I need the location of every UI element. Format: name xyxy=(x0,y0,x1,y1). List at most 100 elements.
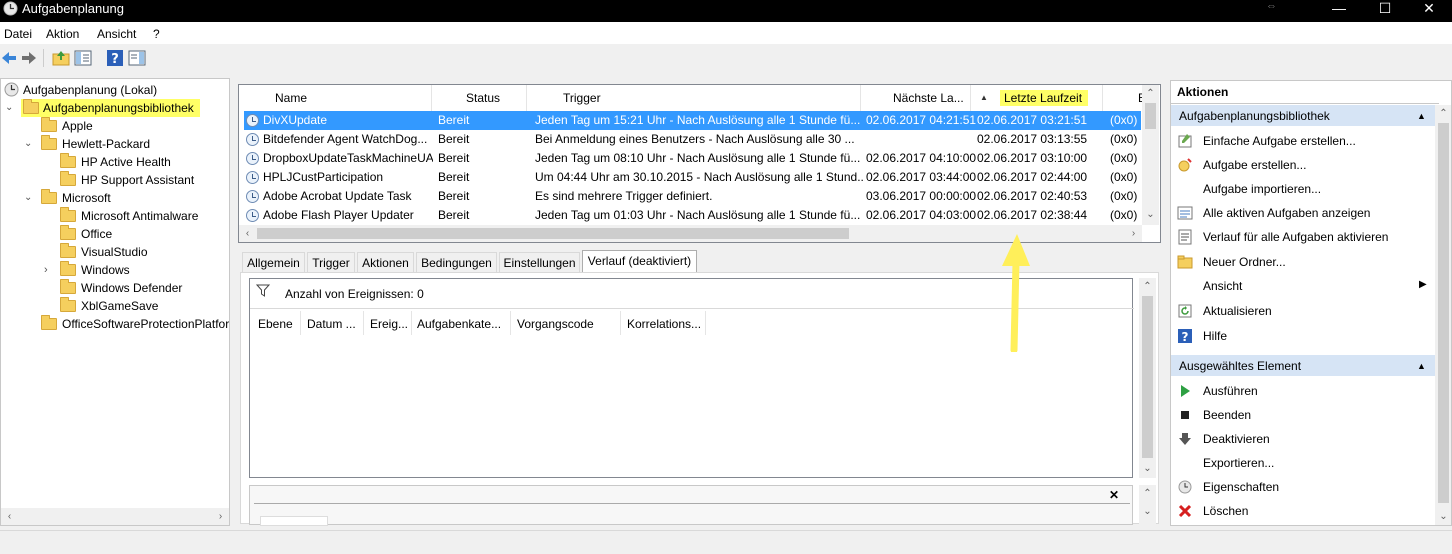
column-header-status[interactable]: Status xyxy=(432,85,527,111)
action-end[interactable]: Beenden xyxy=(1203,404,1251,426)
tree-item-microsoft[interactable]: Microsoft xyxy=(62,189,111,207)
action-properties[interactable]: Eigenschaften xyxy=(1203,476,1279,498)
menu-datei[interactable]: Datei xyxy=(4,27,32,41)
collapse-library-icon[interactable]: ⌄ xyxy=(5,103,15,113)
scroll-up-icon[interactable]: ⌃ xyxy=(1139,485,1156,502)
vertical-scroll-thumb[interactable] xyxy=(1142,296,1153,458)
tree-item-windows-defender[interactable]: Windows Defender xyxy=(81,279,182,297)
tree-item-windows[interactable]: Windows xyxy=(81,261,130,279)
tab-allgemein[interactable]: Allgemein xyxy=(242,252,305,272)
task-trigger: Es sind mehrere Trigger definiert. xyxy=(535,189,713,203)
column-header-trigger[interactable]: Trigger xyxy=(527,85,861,111)
action-new-folder[interactable]: Neuer Ordner... xyxy=(1203,251,1286,273)
scroll-up-icon[interactable]: ⌃ xyxy=(1139,278,1156,295)
collapse-section-icon[interactable]: ▲ xyxy=(1417,105,1426,127)
scroll-up-icon[interactable]: ⌃ xyxy=(1142,85,1159,102)
section-header-library[interactable]: Aufgabenplanungsbibliothek ▲ xyxy=(1171,105,1439,127)
tab-einstellungen[interactable]: Einstellungen xyxy=(499,252,580,272)
help-icon[interactable]: ? xyxy=(106,49,124,67)
tree-horizontal-scrollbar[interactable]: ‹ › xyxy=(1,508,229,525)
new-folder-icon xyxy=(1177,255,1193,269)
tree-item-xblgamesave[interactable]: XblGameSave xyxy=(81,297,158,315)
history-column-vorgangscode[interactable]: Vorgangscode xyxy=(517,317,594,331)
column-header-last-run[interactable]: ▲ Letzte Laufzeit xyxy=(971,85,1103,111)
tree-item-officesoftwareprotection[interactable]: OfficeSoftwareProtectionPlatfor xyxy=(62,315,229,333)
task-row[interactable]: Adobe Flash Player Updater Bereit Jeden … xyxy=(244,206,1141,225)
collapse-icon[interactable]: ⌄ xyxy=(24,193,34,203)
tree-item-office[interactable]: Office xyxy=(81,225,112,243)
column-header-result[interactable]: E xyxy=(1103,85,1143,111)
scroll-right-icon[interactable]: › xyxy=(212,508,229,525)
action-show-running-tasks[interactable]: Alle aktiven Aufgaben anzeigen xyxy=(1203,202,1370,224)
tree-root[interactable]: Aufgabenplanung (Lokal) xyxy=(23,81,157,99)
maximize-button[interactable]: ☐ xyxy=(1362,0,1408,22)
action-disable[interactable]: Deaktivieren xyxy=(1203,428,1270,450)
scroll-up-icon[interactable]: ⌃ xyxy=(1435,105,1451,122)
collapse-section-icon[interactable]: ▲ xyxy=(1417,355,1426,377)
scroll-right-icon[interactable]: › xyxy=(1125,225,1142,242)
action-view[interactable]: Ansicht xyxy=(1203,275,1242,297)
action-create-basic-task[interactable]: Einfache Aufgabe erstellen... xyxy=(1203,130,1356,152)
collapse-icon[interactable]: ⌄ xyxy=(24,139,34,149)
scroll-down-icon[interactable]: ⌄ xyxy=(1139,460,1156,477)
tab-aktionen[interactable]: Aktionen xyxy=(357,252,414,272)
action-run[interactable]: Ausführen xyxy=(1203,380,1258,402)
filter-icon[interactable] xyxy=(256,284,270,297)
tree-item-visualstudio[interactable]: VisualStudio xyxy=(81,243,148,261)
action-enable-history[interactable]: Verlauf für alle Aufgaben aktivieren xyxy=(1203,226,1388,248)
tree-item-microsoft-antimalware[interactable]: Microsoft Antimalware xyxy=(81,207,198,225)
tree-item-hp-active-health[interactable]: HP Active Health xyxy=(81,153,171,171)
menu-aktion[interactable]: Aktion xyxy=(46,27,79,41)
action-import-task[interactable]: Aufgabe importieren... xyxy=(1203,178,1321,200)
back-arrow-icon[interactable] xyxy=(0,49,18,67)
task-row[interactable]: DropboxUpdateTaskMachineUA Bereit Jeden … xyxy=(244,149,1141,168)
tree-item-apple[interactable]: Apple xyxy=(62,117,93,135)
scroll-down-icon[interactable]: ⌄ xyxy=(1142,206,1159,223)
action-export[interactable]: Exportieren... xyxy=(1203,452,1274,474)
task-row[interactable]: Adobe Acrobat Update Task Bereit Es sind… xyxy=(244,187,1141,206)
history-column-datum[interactable]: Datum ... xyxy=(307,317,356,331)
scroll-down-icon[interactable]: ⌄ xyxy=(1139,503,1156,520)
task-row[interactable]: Bitdefender Agent WatchDog... Bereit Bei… xyxy=(244,130,1141,149)
actions-vertical-scrollbar[interactable]: ⌃ ⌄ xyxy=(1435,105,1451,525)
history-column-ereignis[interactable]: Ereig... xyxy=(370,317,408,331)
tree-item-hp-support-assistant[interactable]: HP Support Assistant xyxy=(81,171,194,189)
scroll-down-icon[interactable]: ⌄ xyxy=(1435,508,1451,525)
vertical-scroll-thumb[interactable] xyxy=(1145,103,1156,129)
task-row[interactable]: DivXUpdate Bereit Jeden Tag um 15:21 Uhr… xyxy=(244,111,1141,130)
vertical-scroll-thumb[interactable] xyxy=(1438,123,1449,503)
up-folder-icon[interactable] xyxy=(52,49,70,67)
tab-bedingungen[interactable]: Bedingungen xyxy=(416,252,497,272)
scroll-left-icon[interactable]: ‹ xyxy=(239,225,256,242)
tree-item-hewlett-packard[interactable]: Hewlett-Packard xyxy=(62,135,150,153)
section-header-selected[interactable]: Ausgewähltes Element ▲ xyxy=(1171,355,1439,377)
menu-ansicht[interactable]: Ansicht xyxy=(97,27,136,41)
preview-vertical-scrollbar[interactable]: ⌃ ⌄ xyxy=(1139,485,1156,525)
forward-arrow-icon[interactable] xyxy=(20,49,38,67)
tab-verlauf[interactable]: Verlauf (deaktiviert) xyxy=(582,250,697,272)
show-hide-tree-icon[interactable] xyxy=(74,49,92,67)
minimize-button[interactable]: — xyxy=(1316,0,1362,22)
close-button[interactable]: ✕ xyxy=(1406,0,1452,22)
column-header-next-run[interactable]: Nächste La... xyxy=(861,85,971,111)
history-column-ebene[interactable]: Ebene xyxy=(258,317,293,331)
show-hide-action-pane-icon[interactable] xyxy=(128,49,146,67)
action-refresh[interactable]: Aktualisieren xyxy=(1203,300,1272,322)
horizontal-scroll-thumb[interactable] xyxy=(257,228,849,239)
expand-icon[interactable]: › xyxy=(44,265,54,276)
close-preview-icon[interactable]: ✕ xyxy=(1109,488,1119,502)
history-vertical-scrollbar[interactable]: ⌃ ⌄ xyxy=(1139,278,1156,478)
preview-tab[interactable] xyxy=(260,516,328,526)
menu-help[interactable]: ? xyxy=(153,27,160,41)
column-header-name[interactable]: Name xyxy=(257,85,432,111)
history-column-korrelation[interactable]: Korrelations... xyxy=(627,317,701,331)
tree-item-library[interactable]: Aufgabenplanungsbibliothek xyxy=(43,99,194,117)
action-create-task[interactable]: Aufgabe erstellen... xyxy=(1203,154,1306,176)
history-column-aufgabenkategorie[interactable]: Aufgabenkate... xyxy=(417,317,501,331)
action-delete[interactable]: Löschen xyxy=(1203,500,1248,522)
action-help[interactable]: Hilfe xyxy=(1203,325,1227,347)
task-list-vertical-scrollbar[interactable]: ⌃ ⌄ xyxy=(1142,85,1159,225)
tab-trigger[interactable]: Trigger xyxy=(307,252,355,272)
task-row[interactable]: HPLJCustParticipation Bereit Um 04:44 Uh… xyxy=(244,168,1141,187)
scroll-left-icon[interactable]: ‹ xyxy=(1,508,18,525)
